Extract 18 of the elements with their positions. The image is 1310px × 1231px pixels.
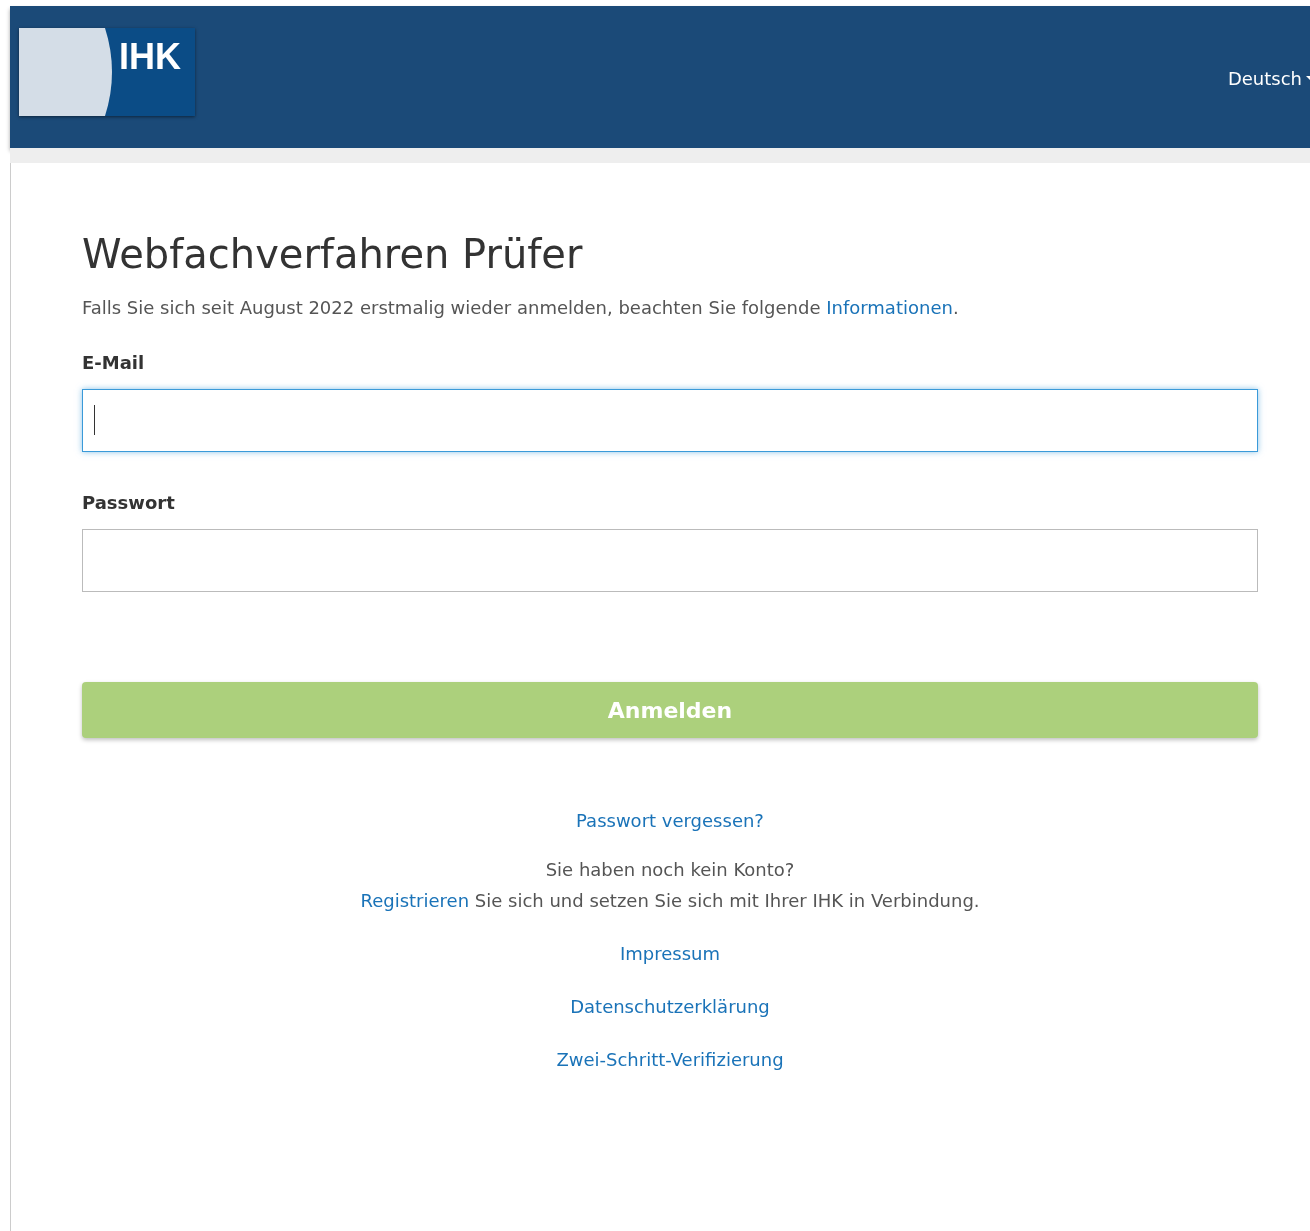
logo-shape-icon: [19, 28, 113, 116]
input-field[interactable]: [82, 529, 1258, 592]
language-select[interactable]: Deutsch: [1227, 67, 1310, 89]
footer-link[interactable]: Impressum: [619, 943, 720, 964]
field-label: E-Mail: [82, 352, 146, 373]
field-label: Passwort: [82, 492, 176, 513]
logo-text: IHK: [119, 36, 181, 79]
page-title: Webfachverfahren Prüfer: [82, 231, 584, 277]
footer-link[interactable]: Zwei-Schritt-Verifizierung: [556, 1049, 784, 1070]
no-account-text: Sie haben noch kein Konto?: [545, 859, 795, 880]
forgot-password-link[interactable]: Passwort vergessen?: [576, 810, 764, 831]
information-link[interactable]: Informationen: [826, 297, 953, 318]
notice-text: Falls Sie sich seit August 2022 erstmalig wieder anmelden, beachten Sie folgende Informationen.: [82, 297, 960, 318]
footer-link[interactable]: Datenschutzerklärung: [570, 996, 770, 1017]
register-text: Registrieren Sie sich und setzen Sie sich mit Ihrer IHK in Verbindung.: [360, 890, 980, 911]
input-field[interactable]: [82, 389, 1258, 452]
register-link[interactable]: Registrieren: [360, 890, 470, 911]
text-cursor: [94, 405, 95, 435]
